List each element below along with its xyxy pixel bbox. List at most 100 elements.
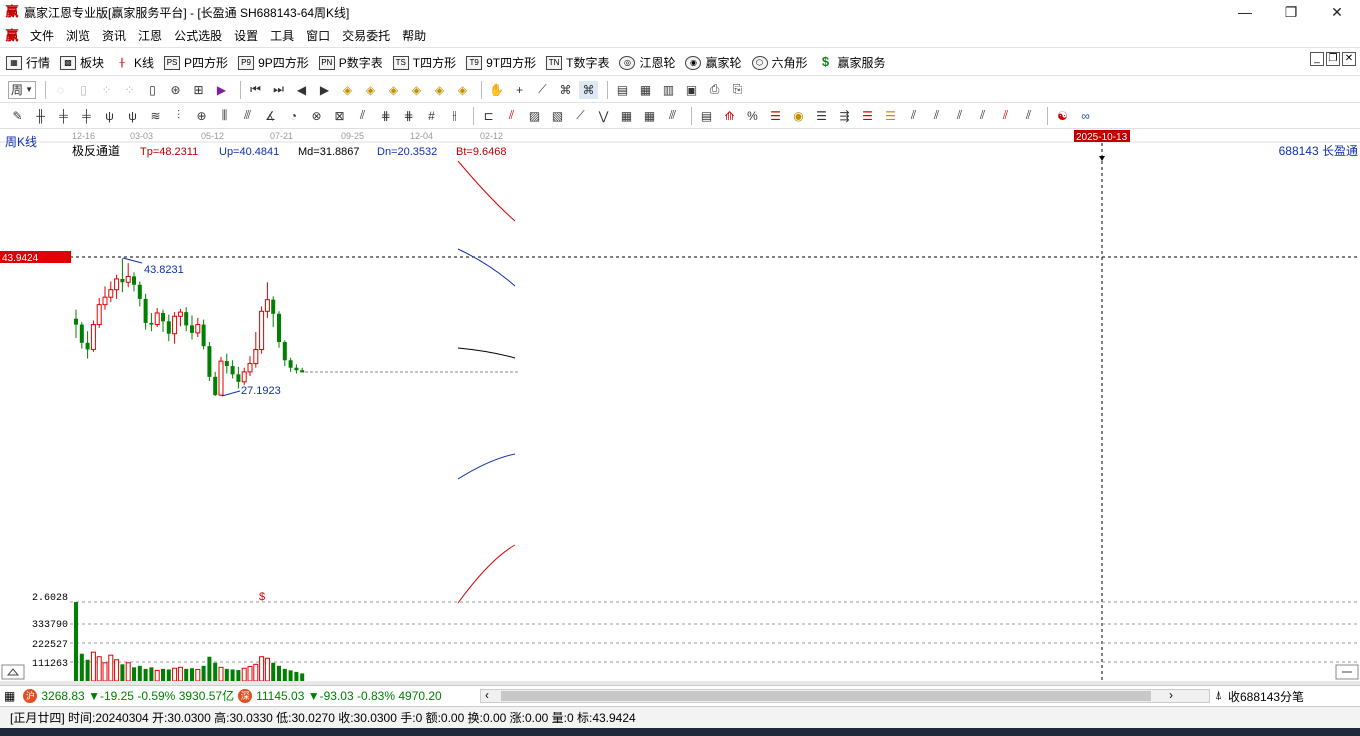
tb-service-button[interactable]: $ 赢家服务	[818, 54, 886, 71]
slant3-icon[interactable]: ⫽	[950, 107, 969, 125]
slant4-icon[interactable]: ⫽	[973, 107, 992, 125]
hatch-icon[interactable]: ▨	[525, 107, 544, 125]
hatch2-icon[interactable]: ▧	[548, 107, 567, 125]
tb-pnumber-button[interactable]: PN P数字表	[318, 54, 383, 71]
diamond-icon[interactable]: ◈	[384, 81, 403, 99]
save-icon[interactable]: ▣	[682, 81, 701, 99]
bars-icon[interactable]: ╫	[31, 107, 50, 125]
bars2-icon[interactable]: ╪	[54, 107, 73, 125]
ticks-label[interactable]: 收688143分笔	[1228, 688, 1304, 705]
zoom-icon[interactable]: ⊞	[189, 81, 208, 99]
levels3-icon[interactable]: ☰	[858, 107, 877, 125]
crosshair-icon[interactable]: +	[510, 81, 529, 99]
tb-gann-wheel-button[interactable]: ◎ 江恩轮	[619, 54, 675, 71]
first-bar-icon[interactable]: ⏮	[246, 81, 265, 99]
fan-icon[interactable]: ⫽	[502, 107, 521, 125]
prev-icon[interactable]: ◀	[292, 81, 311, 99]
notes-icon[interactable]: ▥	[659, 81, 678, 99]
taiji-icon[interactable]: ☯	[1053, 107, 1072, 125]
menu-file[interactable]: 文件	[24, 27, 60, 44]
pen-icon[interactable]: ✎	[8, 107, 27, 125]
slant6-icon[interactable]: ⫽	[1019, 107, 1038, 125]
hash-icon[interactable]: #	[422, 107, 441, 125]
bracket-icon[interactable]: ⫽	[353, 107, 372, 125]
calculator-icon[interactable]: ▦	[636, 81, 655, 99]
slant-icon[interactable]: ⫽	[904, 107, 923, 125]
zigzag-icon[interactable]: ⋁	[594, 107, 613, 125]
hand-icon[interactable]: ✋	[487, 81, 506, 99]
menu-tools[interactable]: 工具	[264, 27, 300, 44]
tb-9psquare-button[interactable]: P9 9P四方形	[238, 54, 309, 71]
circle-cross-icon[interactable]: ⊗	[307, 107, 326, 125]
menu-gann[interactable]: 江恩	[132, 27, 168, 44]
tb-tsquare-button[interactable]: TS T四方形	[392, 54, 456, 71]
last-bar-icon[interactable]: ⏭	[269, 81, 288, 99]
diamond-icon[interactable]: ◈	[407, 81, 426, 99]
slant2-icon[interactable]: ⫽	[927, 107, 946, 125]
grid-tool2-icon[interactable]: ▦	[640, 107, 659, 125]
period-select[interactable]: 周 ▼	[8, 80, 36, 99]
grid-cross-icon[interactable]: ⊠	[330, 107, 349, 125]
angle-icon[interactable]: ∡	[261, 107, 280, 125]
scroll-right-icon[interactable]: ›	[1169, 688, 1173, 702]
pattern-active-icon[interactable]: ⌘	[579, 80, 598, 99]
ladder2-icon[interactable]: ⋕	[399, 107, 418, 125]
menu-browse[interactable]: 浏览	[60, 27, 96, 44]
tb-winner-wheel-button[interactable]: ◉ 赢家轮	[685, 54, 742, 71]
gann-fan-icon[interactable]: ⊛	[166, 81, 185, 99]
color-bars-icon[interactable]: ▶	[212, 81, 231, 99]
wave-icon[interactable]: ≋	[146, 107, 165, 125]
line-tool-icon[interactable]: ⟋	[533, 81, 552, 99]
scroll-left-icon[interactable]: ‹	[485, 688, 489, 702]
next-icon[interactable]: ▶	[315, 81, 334, 99]
slant5-icon[interactable]: ⫽	[996, 107, 1015, 125]
ticks-icon[interactable]: ⍋	[1215, 688, 1222, 703]
bars3-icon[interactable]: ╪	[77, 107, 96, 125]
cursor-mode-icon[interactable]: ▯	[143, 81, 162, 99]
diamond-icon[interactable]: ◈	[361, 81, 380, 99]
diamond-icon[interactable]: ◈	[453, 81, 472, 99]
pattern-icon[interactable]: ⌘	[556, 81, 575, 99]
chart-panel[interactable]: 12-16 03-03 05-12 07-21 09-25 12-04 02-1…	[0, 129, 1360, 681]
tb-psquare-button[interactable]: PS P四方形	[164, 54, 228, 71]
restore-button[interactable]: ❐	[1268, 0, 1314, 24]
levels-icon[interactable]: ☰	[766, 107, 785, 125]
box-icon[interactable]: ⊏	[479, 107, 498, 125]
ladder3-icon[interactable]: ⫲	[445, 107, 464, 125]
diamond-icon[interactable]: ◈	[430, 81, 449, 99]
vline-icon[interactable]: ⫶	[169, 107, 188, 125]
circle-grid-icon[interactable]: ⊕	[192, 107, 211, 125]
coin-icon[interactable]: ◉	[789, 107, 808, 125]
grid-tool-icon[interactable]: ▦	[617, 107, 636, 125]
hbars-icon[interactable]: ⫼	[215, 107, 234, 125]
menu-settings[interactable]: 设置	[228, 27, 264, 44]
menu-info[interactable]: 资讯	[96, 27, 132, 44]
diamond-icon[interactable]: ◈	[338, 81, 357, 99]
menu-window[interactable]: 窗口	[300, 27, 336, 44]
fib-box-icon[interactable]: ▤	[697, 107, 716, 125]
close-button[interactable]: ✕	[1314, 0, 1360, 24]
tb-quotes-button[interactable]: ▦ 行情	[6, 54, 50, 71]
trend-icon[interactable]: ⟋	[571, 107, 590, 125]
fork2-icon[interactable]: ψ	[123, 107, 142, 125]
percent-icon[interactable]: %	[743, 107, 762, 125]
menu-formula[interactable]: 公式选股	[168, 27, 228, 44]
table-icon[interactable]: ▦	[4, 689, 15, 703]
arrow-levels-icon[interactable]: ⇶	[835, 107, 854, 125]
fork-icon[interactable]: ψ	[100, 107, 119, 125]
levels2-icon[interactable]: ☰	[812, 107, 831, 125]
menu-help[interactable]: 帮助	[396, 27, 432, 44]
tb-kline-button[interactable]: ╫ K线	[114, 54, 154, 71]
scrollbar-thumb[interactable]	[501, 691, 1151, 701]
spiral-icon[interactable]: ◔	[284, 107, 303, 125]
export-icon[interactable]: ⎘	[728, 81, 747, 99]
parallel-icon[interactable]: ⫻	[663, 107, 682, 125]
tb-hexagon-button[interactable]: ⬡ 六角形	[751, 54, 808, 71]
pitch-icon[interactable]: ⫻	[238, 107, 257, 125]
ladder-icon[interactable]: ⋕	[376, 107, 395, 125]
fib-fan-icon[interactable]: ⟰	[720, 107, 739, 125]
tb-9tsquare-button[interactable]: T9 9T四方形	[466, 54, 536, 71]
infinity-icon[interactable]: ∞	[1076, 107, 1095, 125]
calendar-icon[interactable]: ▤	[613, 81, 632, 99]
levels4-icon[interactable]: ☰	[881, 107, 900, 125]
